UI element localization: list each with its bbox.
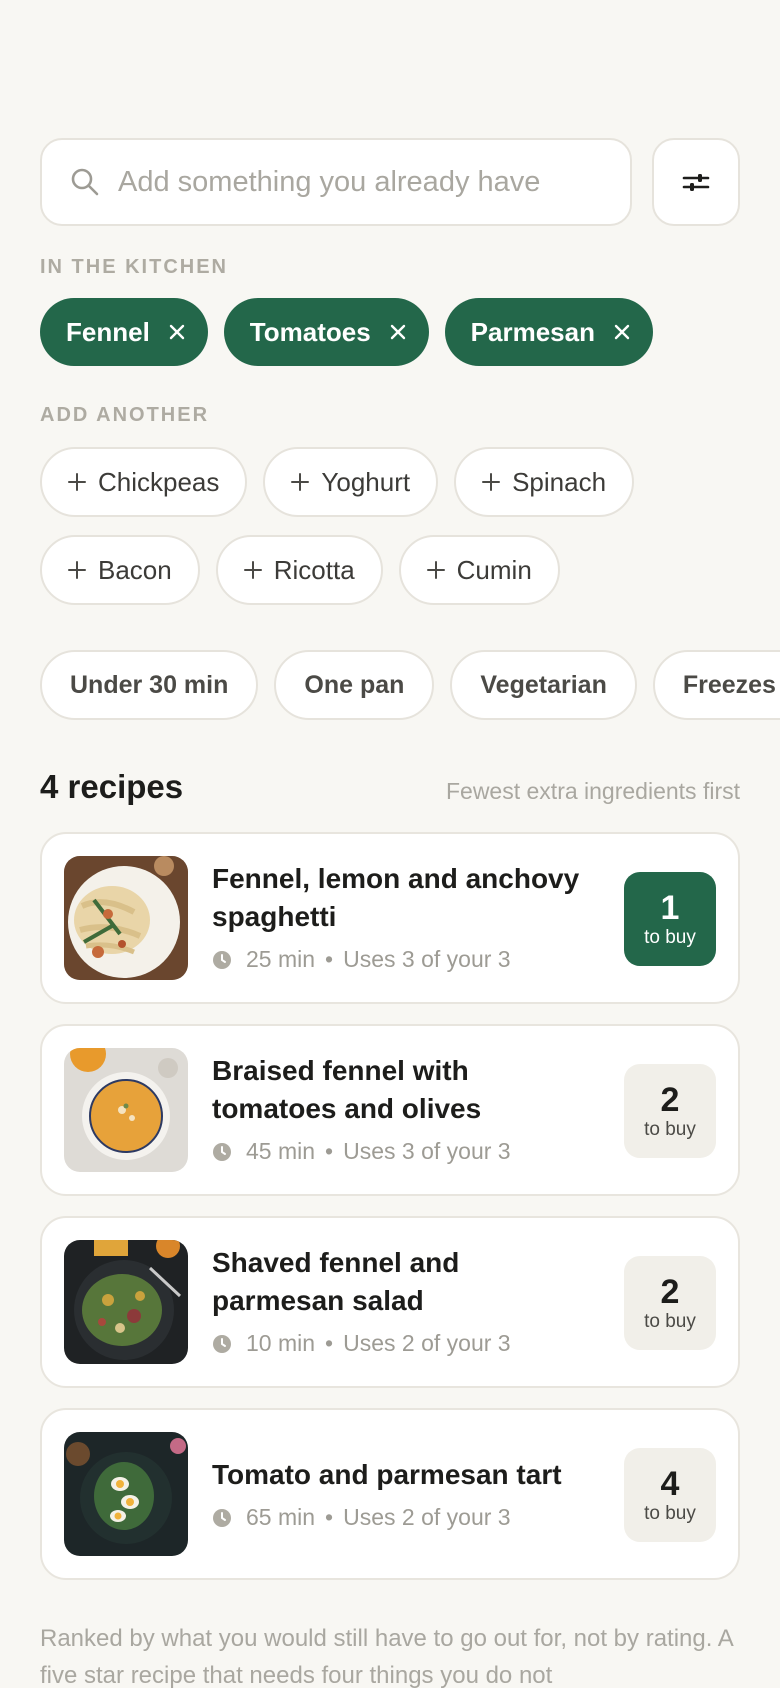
chip-label: Ricotta — [273, 554, 355, 585]
ranking-note: Ranked by what you would still have to g… — [40, 1625, 733, 1688]
kitchen-chip-tomatoes[interactable]: Tomatoes — [223, 298, 429, 366]
recipe-meta: 25 min • Uses 3 of your 3 — [212, 946, 511, 973]
filter-vegetarian[interactable]: Vegetarian — [450, 650, 637, 720]
plus-icon — [291, 473, 310, 491]
separator-dot: • — [325, 1330, 334, 1356]
filter-under-30[interactable]: Under 30 min — [40, 650, 259, 720]
kitchen-chip-fennel[interactable]: Fennel — [40, 298, 208, 366]
recipe-finder-screen: IN THE KITCHEN Fennel Tomatoes Parmesan … — [0, 0, 780, 1688]
recipe-uses: Uses 3 of your 3 — [343, 1138, 511, 1164]
separator-dot: • — [325, 946, 334, 972]
chip-label: Spinach — [512, 466, 607, 497]
chip-label: Cumin — [456, 554, 532, 585]
recipe-meta: 45 min • Uses 3 of your 3 — [212, 1138, 511, 1165]
search-box[interactable] — [40, 138, 632, 226]
to-buy-count: 4 — [660, 1465, 680, 1503]
to-buy-badge: 4 to buy — [624, 1448, 716, 1542]
kitchen-chips: Fennel Tomatoes Parmesan — [40, 298, 653, 366]
to-buy-label: to buy — [644, 1311, 696, 1332]
plus-icon — [68, 561, 86, 579]
recipe-title: Shaved fennel and parmesan salad — [212, 1247, 460, 1316]
add-chip-ricotta[interactable]: Ricotta — [215, 535, 383, 605]
search-icon — [71, 168, 99, 196]
recipe-uses: Uses 3 of your 3 — [343, 946, 511, 972]
recipe-card[interactable]: Tomato and parmesan tart 65 min • Uses 2… — [40, 1408, 740, 1580]
separator-dot: • — [325, 1504, 334, 1530]
results-count: 4 recipes — [40, 768, 184, 805]
recipe-meta: 10 min • Uses 2 of your 3 — [212, 1330, 511, 1357]
filter-one-pan[interactable]: One pan — [274, 650, 435, 720]
to-buy-label: to buy — [644, 927, 696, 948]
chip-label: Tomatoes — [249, 316, 371, 347]
plus-icon — [426, 561, 445, 579]
clock-icon — [212, 1508, 232, 1528]
recipe-title: Fennel, lemon and anchovy spaghetti — [212, 863, 580, 932]
to-buy-count: 1 — [660, 889, 680, 927]
to-buy-count: 2 — [660, 1081, 680, 1119]
search-input[interactable] — [118, 165, 588, 199]
recipe-card[interactable]: Fennel, lemon and anchovy spaghetti 25 m… — [40, 832, 740, 1004]
remove-icon[interactable] — [613, 323, 631, 341]
to-buy-label: to buy — [644, 1503, 696, 1524]
in-kitchen-label: IN THE KITCHEN — [40, 256, 228, 278]
add-chips-row-2: Bacon Ricotta Cumin — [40, 535, 560, 605]
filter-button[interactable] — [652, 138, 740, 226]
recipe-thumbnail — [64, 1240, 188, 1364]
recipe-uses: Uses 2 of your 3 — [343, 1504, 511, 1530]
recipe-time: 10 min — [246, 1330, 316, 1356]
recipe-title: Braised fennel with tomatoes and olives — [212, 1055, 482, 1124]
recipe-title: Tomato and parmesan tart — [212, 1459, 562, 1490]
chip-label: Parmesan — [470, 316, 595, 347]
recipe-card[interactable]: Braised fennel with tomatoes and olives … — [40, 1024, 740, 1196]
recipe-meta: 65 min • Uses 2 of your 3 — [212, 1504, 511, 1531]
to-buy-badge: 2 to buy — [624, 1256, 716, 1350]
search-row — [40, 138, 740, 226]
to-buy-label: to buy — [644, 1119, 696, 1140]
recipe-thumbnail — [64, 1432, 188, 1556]
filter-chips: Under 30 min One pan Vegetarian Freezes … — [40, 650, 780, 720]
add-chip-spinach[interactable]: Spinach — [454, 447, 635, 517]
chip-label: Bacon — [98, 554, 172, 585]
clock-icon — [212, 1334, 232, 1354]
recipe-uses: Uses 2 of your 3 — [343, 1330, 511, 1356]
to-buy-badge: 2 to buy — [624, 1064, 716, 1158]
to-buy-count: 2 — [660, 1273, 680, 1311]
plus-icon — [243, 561, 262, 579]
to-buy-badge: 1 to buy — [624, 872, 716, 966]
remove-icon[interactable] — [168, 323, 186, 341]
remove-icon[interactable] — [389, 323, 407, 341]
recipe-time: 65 min — [246, 1504, 316, 1530]
separator-dot: • — [325, 1138, 334, 1164]
recipe-time: 25 min — [246, 946, 316, 972]
chip-label: Yoghurt — [321, 466, 411, 497]
sliders-icon — [682, 174, 710, 191]
chip-label: Chickpeas — [98, 466, 220, 497]
add-chip-chickpeas[interactable]: Chickpeas — [40, 447, 248, 517]
add-chips-row-1: Chickpeas Yoghurt Spinach — [40, 447, 635, 517]
sort-label[interactable]: Fewest extra ingredients first — [446, 778, 740, 805]
clock-icon — [212, 1142, 232, 1162]
recipe-time: 45 min — [246, 1138, 316, 1164]
clock-icon — [212, 950, 232, 970]
kitchen-chip-parmesan[interactable]: Parmesan — [444, 298, 653, 366]
recipe-thumbnail — [64, 1048, 188, 1172]
add-chip-yoghurt[interactable]: Yoghurt — [263, 447, 439, 517]
recipe-thumbnail — [64, 856, 188, 980]
add-another-label: ADD ANOTHER — [40, 404, 210, 426]
chip-label: Fennel — [66, 316, 150, 347]
plus-icon — [482, 473, 501, 491]
add-chip-cumin[interactable]: Cumin — [398, 535, 560, 605]
add-chip-bacon[interactable]: Bacon — [40, 535, 200, 605]
plus-icon — [68, 473, 86, 491]
filter-freezes[interactable]: Freezes well — [652, 650, 780, 720]
recipe-card[interactable]: Shaved fennel and parmesan salad 10 min … — [40, 1216, 740, 1388]
